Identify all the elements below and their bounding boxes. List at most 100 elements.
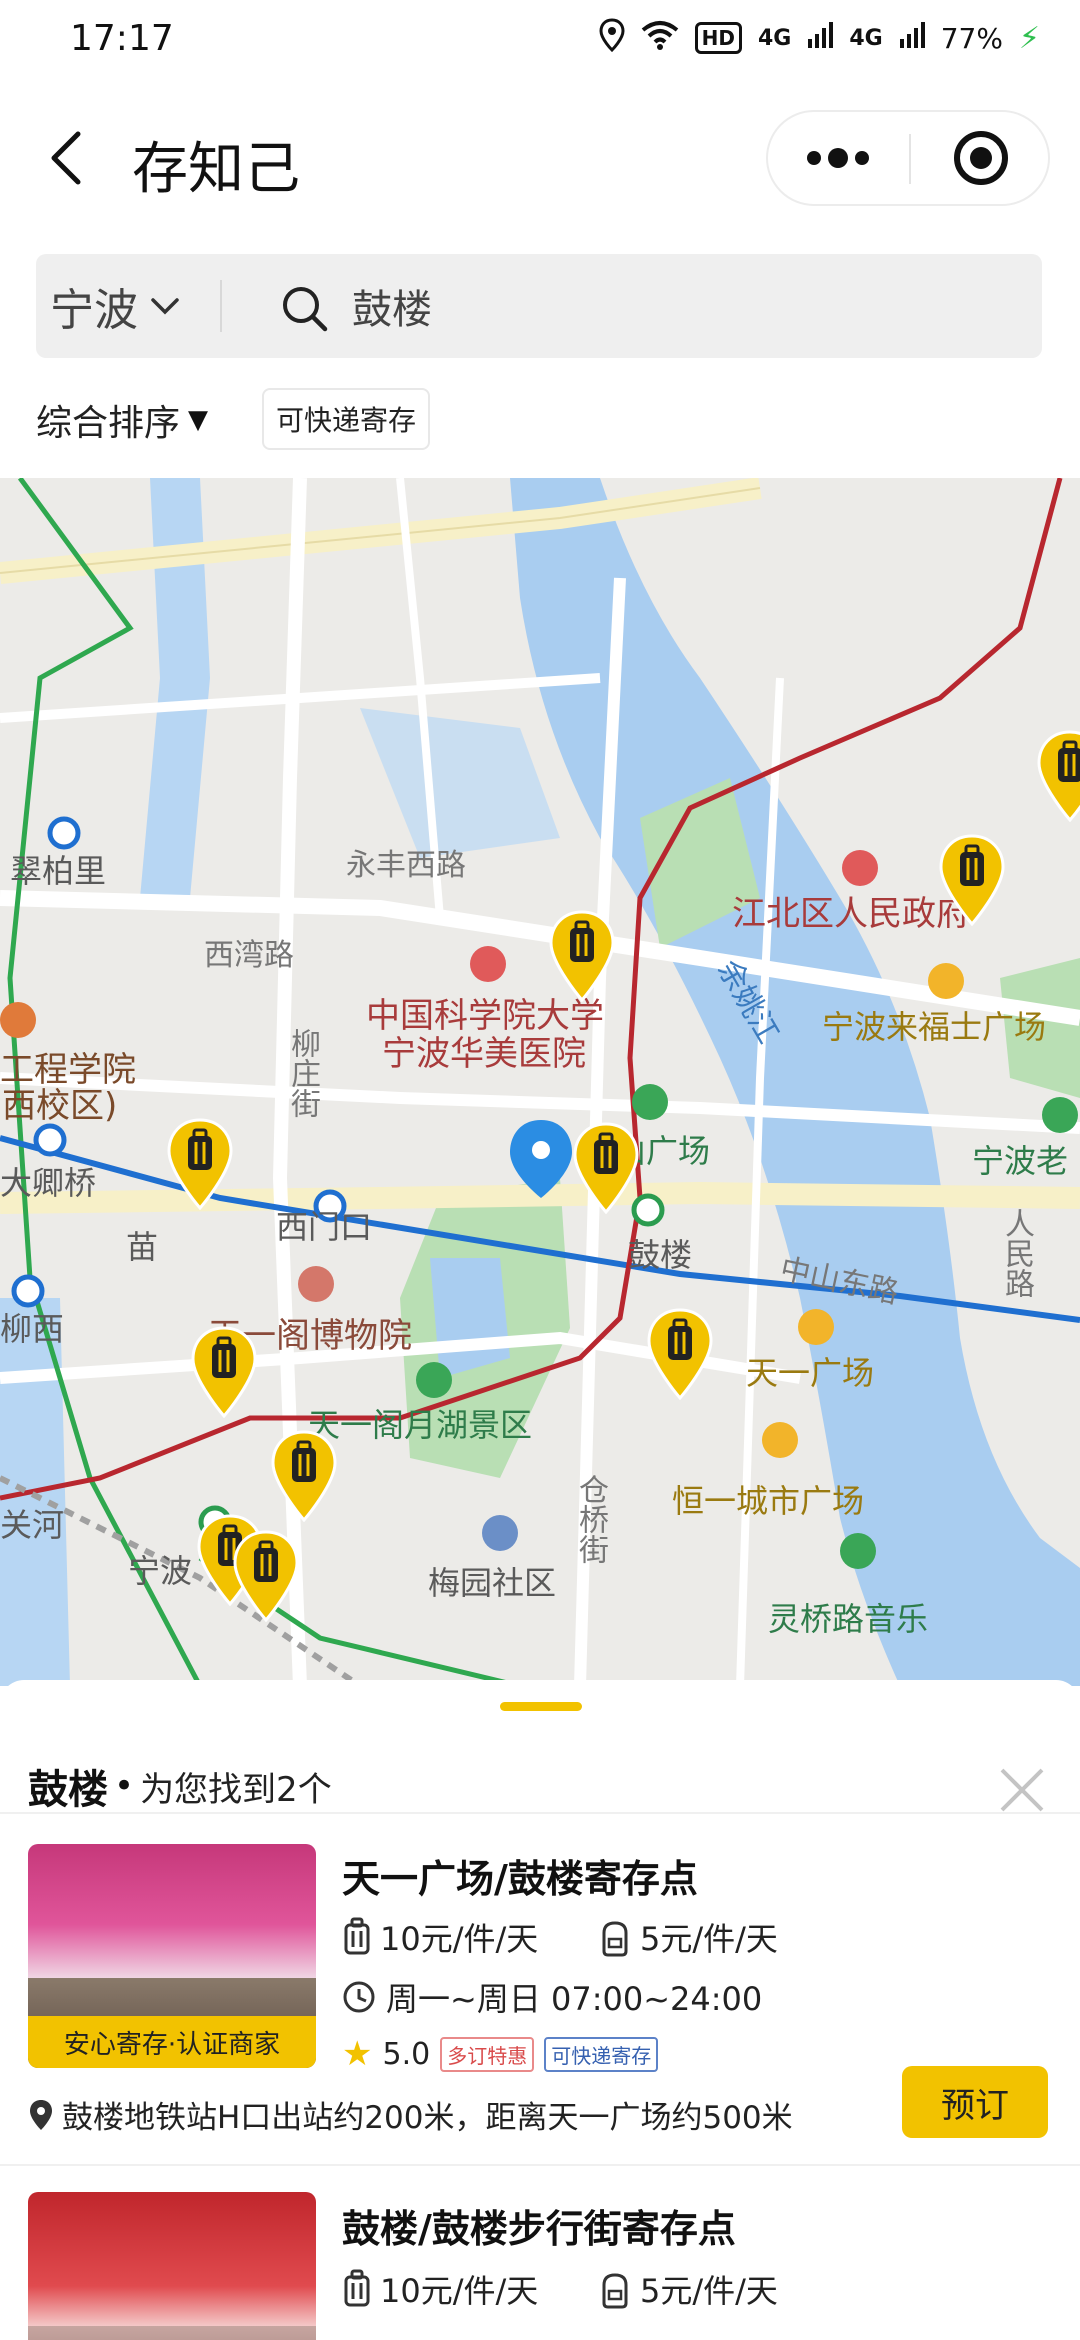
- hours-row: 周一~周日 07:00~24:00: [342, 1974, 762, 2020]
- opening-hours: 周一~周日 07:00~24:00: [386, 1980, 763, 2018]
- store-card[interactable]: 安心寄存·认证商家 天一广场/鼓楼寄存点 10元/件/天 5元/件/天 周一~周…: [0, 1814, 1080, 2164]
- map-pin-icon: [30, 2099, 52, 2130]
- hospital-icon: [470, 946, 506, 982]
- back-button[interactable]: [40, 118, 100, 198]
- express-storage-filter[interactable]: 可快递寄存: [262, 388, 431, 450]
- network-4g-a: 4G: [757, 25, 792, 51]
- more-dots-icon: [807, 148, 869, 168]
- park-icon: [840, 1533, 876, 1569]
- wifi-icon: [641, 20, 679, 57]
- signal-icon: [807, 21, 834, 56]
- battery-level: 77%: [940, 21, 1003, 55]
- luggage-pin[interactable]: [548, 910, 616, 1002]
- luggage-pin[interactable]: [166, 1118, 234, 1210]
- mall-icon: [798, 1309, 834, 1345]
- status-bar: 17:17 HD 4G 4G 77% ⚡: [0, 0, 1080, 80]
- close-icon[interactable]: [996, 1764, 1048, 1816]
- map-label: 灵桥路音乐: [768, 1600, 929, 1638]
- search-input[interactable]: [352, 280, 1002, 332]
- moon-lake-water: [430, 1258, 510, 1378]
- capsule-divider: [909, 134, 911, 184]
- map-label: 永丰西路: [346, 848, 466, 883]
- luggage-pin-icon: [271, 1430, 337, 1522]
- luggage-pin[interactable]: [270, 1430, 338, 1522]
- city-select[interactable]: 宁波: [36, 254, 216, 358]
- luggage-pin-icon: [191, 1326, 257, 1418]
- sheet-drag-handle[interactable]: [500, 1702, 582, 1711]
- map-label: 西校区): [2, 1086, 118, 1126]
- rating-row: ★ 5.0 多订特惠 可快递寄存: [342, 2034, 659, 2074]
- luggage-pin-icon: [233, 1530, 299, 1622]
- price-small: 5元/件/天: [640, 2272, 778, 2310]
- results-keyword: 鼓楼: [28, 1767, 108, 1813]
- map-label: 天一广场: [746, 1354, 875, 1392]
- map-label: 宁波华美医院: [382, 1034, 586, 1074]
- triangle-down-icon: ▼: [188, 405, 209, 435]
- luggage-pin[interactable]: [938, 834, 1006, 926]
- target-close-icon: [954, 131, 1008, 185]
- scenic-icon: [416, 1362, 452, 1398]
- store-name: 天一广场/鼓楼寄存点: [342, 1857, 698, 1901]
- status-icons: HD 4G 4G 77% ⚡: [599, 16, 1040, 60]
- map-label: 关河: [0, 1506, 65, 1544]
- map-label: 江北区人民政府: [732, 894, 970, 934]
- luggage-pin[interactable]: [646, 1308, 714, 1400]
- school-icon: [0, 1002, 36, 1038]
- map-label: 宁波老: [972, 1142, 1069, 1180]
- pond-area: [360, 708, 560, 858]
- discount-tag: 多订特惠: [440, 2036, 535, 2072]
- clock-icon: [343, 1981, 375, 2013]
- backpack-icon: [602, 1921, 628, 1957]
- location-text: 鼓楼地铁站H口出站约200米，距离天一广场约500米: [62, 2100, 793, 2136]
- star-icon: ★: [342, 2034, 373, 2074]
- close-program-button[interactable]: [912, 112, 1050, 204]
- map-label: 鼓楼: [628, 1236, 693, 1274]
- scenic-icon: [1042, 1097, 1078, 1133]
- map-view[interactable]: 翠柏里 永丰西路 江北区人民政府 西湾路 中国科学院大学 宁波华美医院 余姚江 …: [0, 478, 1080, 1686]
- station-icon: [11, 1274, 45, 1308]
- mini-program-capsule: [766, 110, 1050, 206]
- canal-water: [140, 478, 210, 898]
- store-thumbnail: [28, 2192, 316, 2340]
- luggage-pin-icon: [549, 910, 615, 1002]
- map-label: 宁波来福士广场: [822, 1008, 1047, 1046]
- price-large: 10元/件/天: [380, 1920, 539, 1958]
- certified-badge: 安心寄存·认证商家: [28, 2016, 316, 2068]
- status-time: 17:17: [70, 18, 174, 59]
- mall-icon: [928, 963, 964, 999]
- price-row: 10元/件/天 5元/件/天: [342, 2266, 854, 2312]
- signal-icon: [899, 21, 925, 56]
- results-dot: •: [114, 1766, 135, 1806]
- nav-header: 存知己: [0, 80, 1080, 230]
- mall-icon: [762, 1422, 798, 1458]
- location-icon: [599, 17, 625, 59]
- luggage-pin[interactable]: [1036, 730, 1080, 822]
- store-name: 鼓楼/鼓楼步行街寄存点: [342, 2207, 736, 2251]
- sort-dropdown[interactable]: 综合排序 ▼: [36, 394, 208, 446]
- hd-badge: HD: [694, 22, 742, 54]
- book-button[interactable]: 预订: [902, 2066, 1048, 2138]
- sort-label: 综合排序: [36, 403, 181, 444]
- yongfeng-road: [0, 478, 762, 584]
- city-label: 宁波: [50, 285, 138, 336]
- luggage-pin-icon: [167, 1118, 233, 1210]
- more-button[interactable]: [768, 112, 908, 204]
- location-row: 鼓楼地铁站H口出站约200米，距离天一广场约500米: [28, 2092, 793, 2137]
- map-label: 梅园社区: [428, 1564, 557, 1602]
- search-icon: [283, 287, 328, 332]
- luggage-pin[interactable]: [232, 1530, 300, 1622]
- luggage-pin-icon: [1037, 730, 1080, 822]
- map-label: 宁波: [128, 1552, 193, 1590]
- map-label: 大卿桥: [0, 1164, 97, 1202]
- network-4g-b: 4G: [849, 25, 883, 51]
- map-label: 西门口: [276, 1208, 373, 1246]
- luggage-pin[interactable]: [572, 1122, 640, 1214]
- map-label: 仓桥街: [573, 1474, 608, 1564]
- community-icon: [482, 1515, 518, 1551]
- luggage-pin[interactable]: [190, 1326, 258, 1418]
- store-thumbnail: 安心寄存·认证商家: [28, 1844, 316, 2068]
- store-card[interactable]: 鼓楼/鼓楼步行街寄存点 10元/件/天 5元/件/天: [0, 2166, 1080, 2340]
- map-label: 柳西: [0, 1310, 65, 1348]
- station-icon: [47, 816, 81, 850]
- price-small: 5元/件/天: [640, 1920, 778, 1958]
